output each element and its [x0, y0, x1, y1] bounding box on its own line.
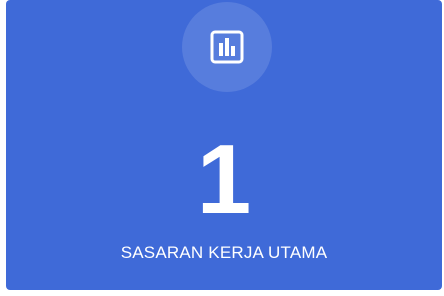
stat-value: 1 [196, 124, 252, 234]
icon-badge [182, 2, 272, 92]
stat-label: SASARAN KERJA UTAMA [120, 243, 328, 262]
bar-chart-icon [210, 30, 244, 64]
stat-card: 1 SASARAN KERJA UTAMA [6, 0, 442, 290]
